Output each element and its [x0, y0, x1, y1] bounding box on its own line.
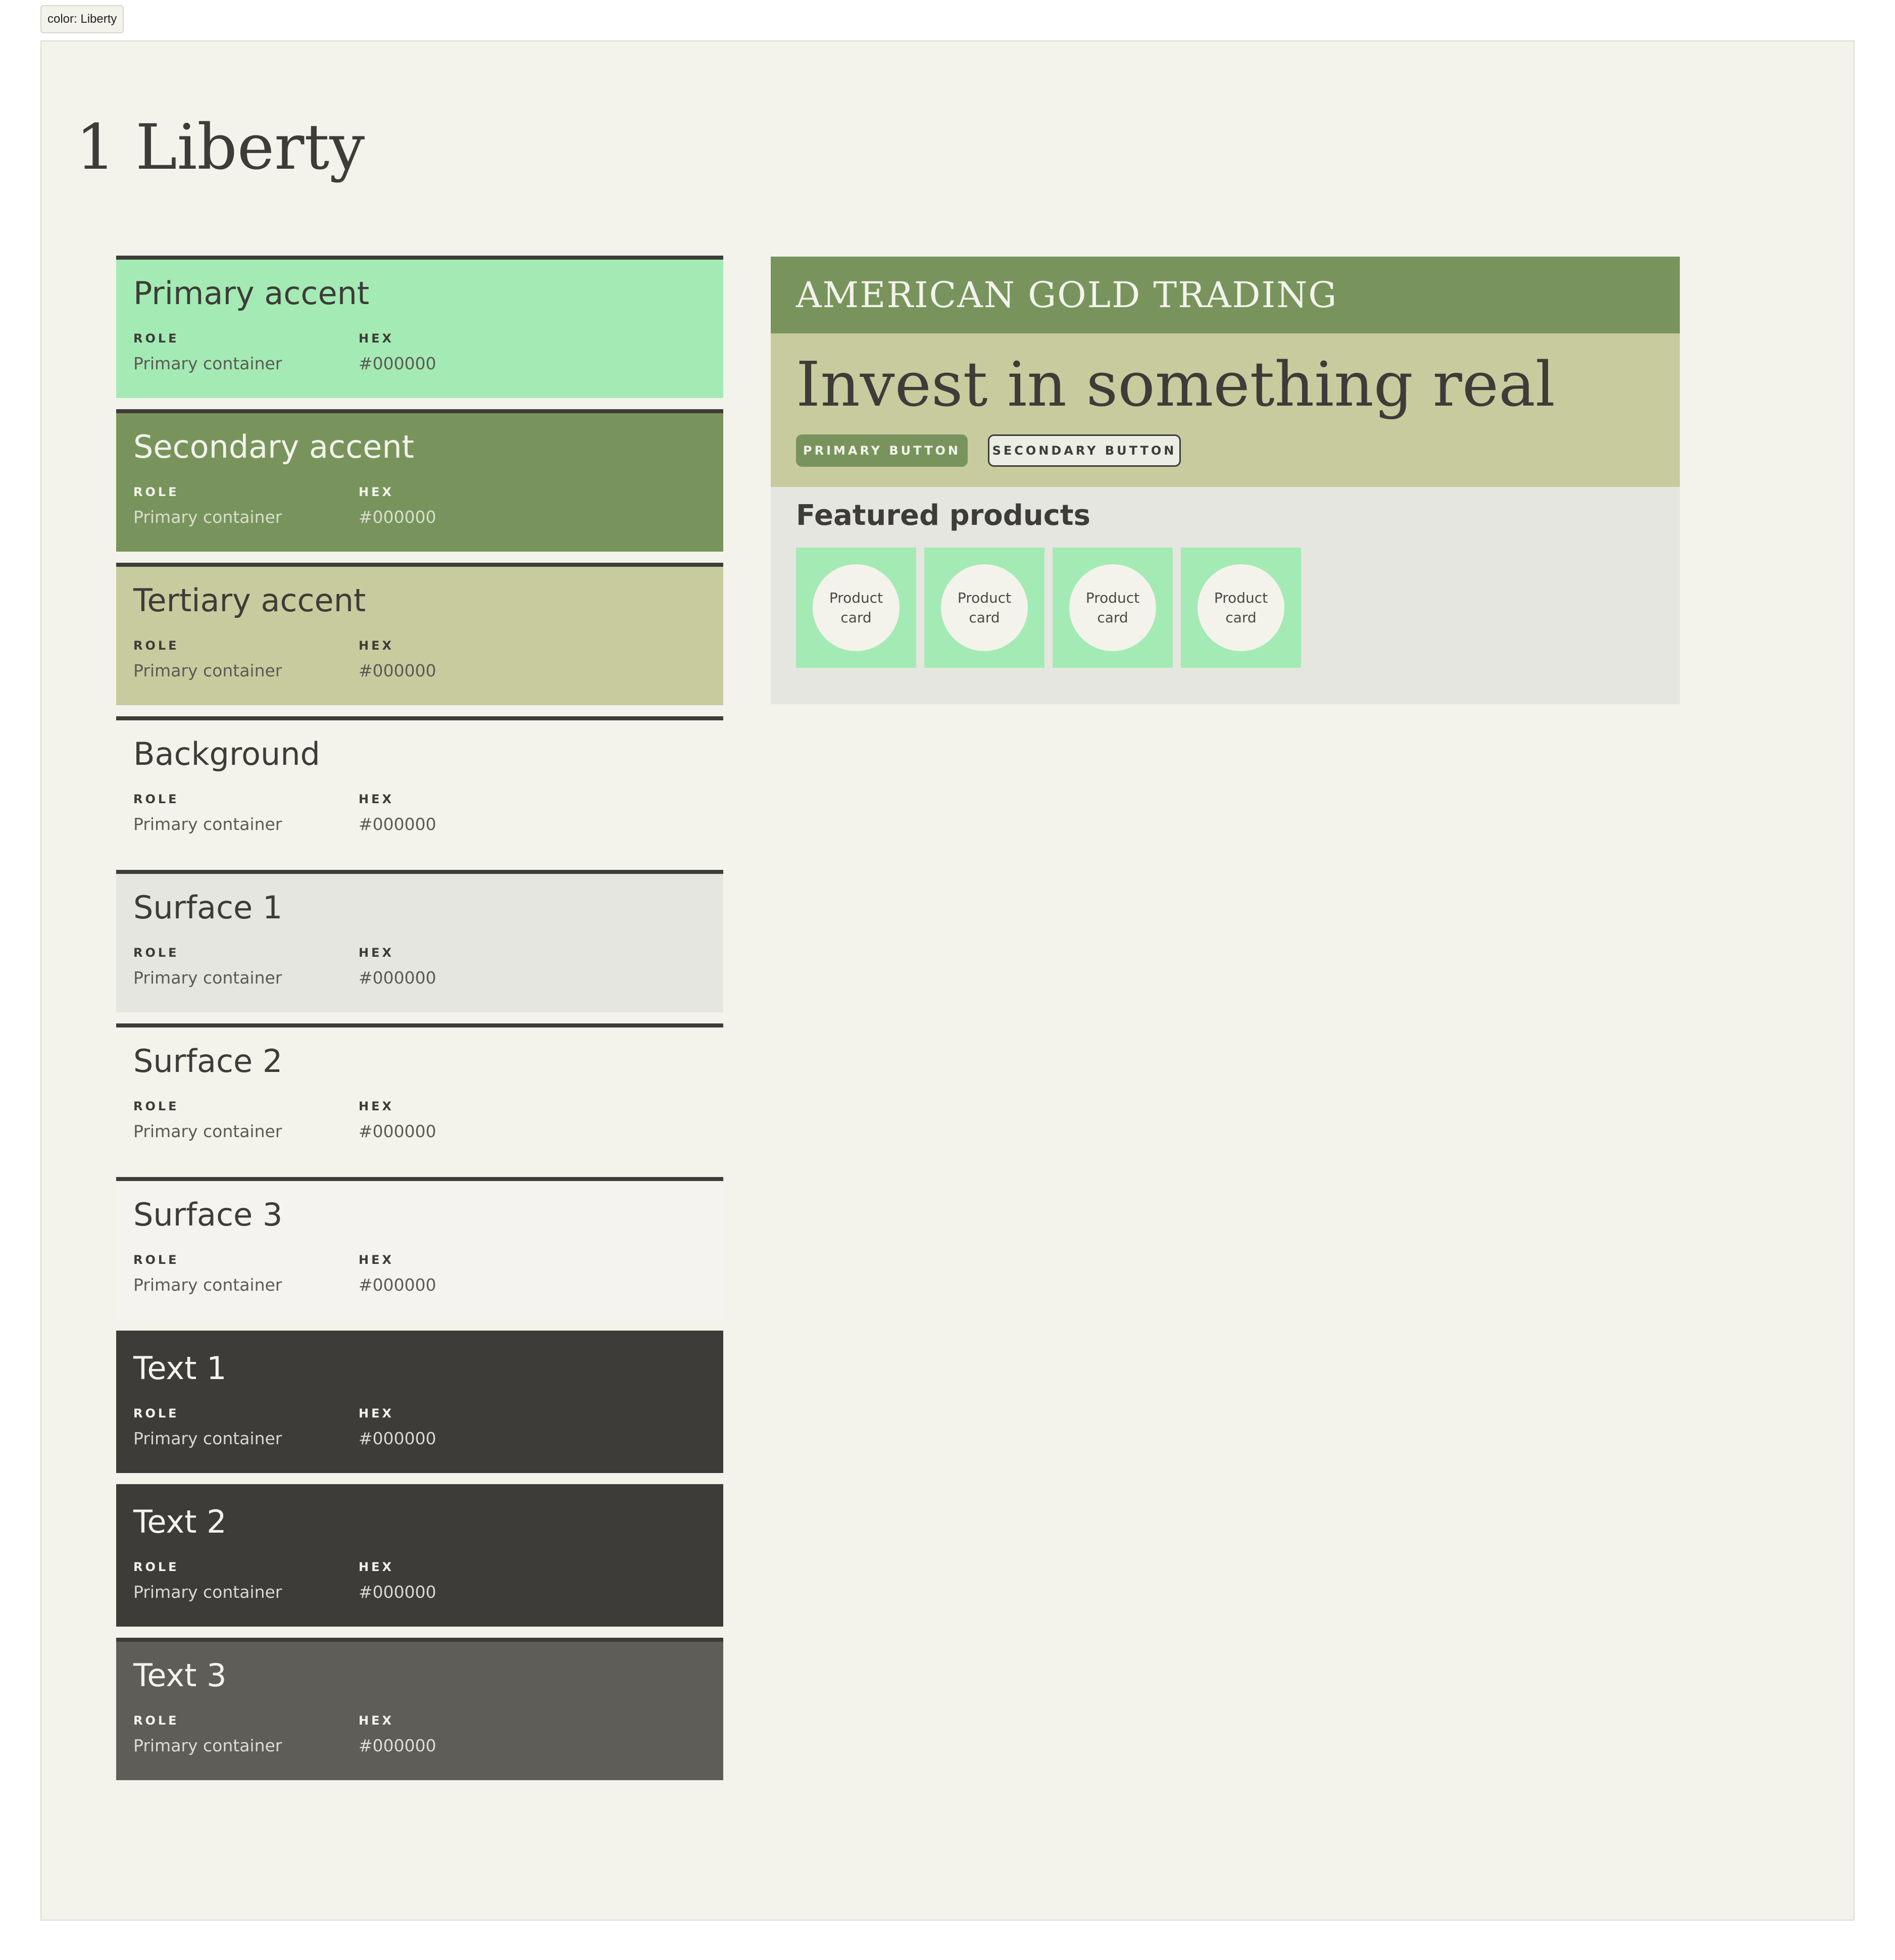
product-card-label: Product card [1069, 564, 1156, 651]
swatch-card: Secondary accent ROLE HEX Primary container… [116, 409, 723, 552]
swatch-name: Surface 3 [133, 1196, 283, 1233]
swatch-card: Surface 3 ROLE HEX Primary container #000000 [116, 1177, 723, 1319]
hex-value: #000000 [359, 814, 436, 834]
hex-value: #000000 [359, 1736, 436, 1755]
role-value: Primary container [133, 1582, 282, 1602]
product-card[interactable]: Product card [1053, 548, 1173, 668]
swatch-name: Primary accent [133, 275, 370, 312]
swatch-name: Surface 1 [133, 889, 283, 926]
swatch-card: Text 3 ROLE HEX Primary container #000000 [116, 1638, 723, 1780]
swatch-card: Tertiary accent ROLE HEX Primary container #… [116, 563, 723, 705]
swatch-card: Surface 2 ROLE HEX Primary container #000000 [116, 1023, 723, 1166]
hex-label: HEX [359, 946, 394, 960]
swatch-name: Tertiary accent [133, 582, 366, 619]
role-label: ROLE [133, 1099, 179, 1113]
swatch-name: Text 2 [133, 1503, 227, 1540]
role-label: ROLE [133, 1560, 179, 1574]
role-value: Primary container [133, 1275, 282, 1295]
role-label: ROLE [133, 946, 179, 960]
role-label: ROLE [133, 331, 179, 346]
hex-value: #000000 [359, 354, 436, 373]
role-value: Primary container [133, 1429, 282, 1448]
hex-label: HEX [359, 331, 394, 346]
hex-value: #000000 [359, 1582, 436, 1602]
product-card-label: Product card [813, 564, 900, 651]
role-label: ROLE [133, 1713, 179, 1728]
product-card[interactable]: Product card [924, 548, 1044, 668]
hex-value: #000000 [359, 1121, 436, 1141]
role-label: ROLE [133, 639, 179, 653]
hex-label: HEX [359, 1406, 394, 1420]
role-value: Primary container [133, 661, 282, 680]
swatch-name: Text 3 [133, 1657, 227, 1694]
preview-header: AMERICAN GOLD TRADING [771, 257, 1680, 333]
theme-preview: AMERICAN GOLD TRADING Invest in somethin… [771, 257, 1680, 704]
role-value: Primary container [133, 1121, 282, 1141]
primary-button[interactable]: PRIMARY BUTTON [796, 434, 968, 467]
hex-value: #000000 [359, 968, 436, 988]
secondary-button[interactable]: SECONDARY BUTTON [988, 434, 1181, 467]
role-value: Primary container [133, 814, 282, 834]
page-title: 1 Liberty [76, 111, 365, 184]
hex-label: HEX [359, 1560, 394, 1574]
swatch-card: Background ROLE HEX Primary container #00000… [116, 716, 723, 859]
role-label: ROLE [133, 1253, 179, 1267]
preview-hero: Invest in something real PRIMARY BUTTON … [771, 333, 1680, 487]
swatch-name: Text 1 [133, 1350, 227, 1387]
hero-headline: Invest in something real [796, 349, 1555, 420]
role-label: ROLE [133, 792, 179, 806]
product-card[interactable]: Product card [1181, 548, 1301, 668]
product-card-label: Product card [1198, 564, 1284, 651]
color-tag: color: Liberty [40, 5, 124, 33]
featured-title: Featured products [796, 499, 1090, 532]
role-value: Primary container [133, 968, 282, 988]
hex-label: HEX [359, 792, 394, 806]
swatch-card: Primary accent ROLE HEX Primary container #0… [116, 256, 723, 398]
swatch-card: Text 2 ROLE HEX Primary container #000000 [116, 1484, 723, 1627]
hex-label: HEX [359, 1253, 394, 1267]
role-value: Primary container [133, 354, 282, 373]
swatch-name: Background [133, 736, 320, 772]
role-label: ROLE [133, 1406, 179, 1420]
hex-value: #000000 [359, 661, 436, 680]
hex-value: #000000 [359, 1275, 436, 1295]
product-cards: Product card Product card Product card P… [796, 548, 1301, 668]
role-value: Primary container [133, 1736, 282, 1755]
role-value: Primary container [133, 507, 282, 527]
swatch-card: Surface 1 ROLE HEX Primary container #000000 [116, 870, 723, 1012]
product-card[interactable]: Product card [796, 548, 916, 668]
swatch-name: Secondary accent [133, 428, 414, 465]
role-label: ROLE [133, 485, 179, 499]
brand-name: AMERICAN GOLD TRADING [796, 274, 1338, 316]
swatch-card: Text 1 ROLE HEX Primary container #000000 [116, 1331, 723, 1473]
swatch-list: Primary accent ROLE HEX Primary container #0… [116, 256, 723, 1791]
product-card-label: Product card [941, 564, 1028, 651]
hex-value: #000000 [359, 1429, 436, 1448]
hex-label: HEX [359, 1099, 394, 1113]
hex-label: HEX [359, 485, 394, 499]
hex-label: HEX [359, 1713, 394, 1728]
hex-value: #000000 [359, 507, 436, 527]
hex-label: HEX [359, 639, 394, 653]
featured-section: Featured products Product card Product c… [771, 487, 1680, 704]
swatch-name: Surface 2 [133, 1043, 283, 1080]
